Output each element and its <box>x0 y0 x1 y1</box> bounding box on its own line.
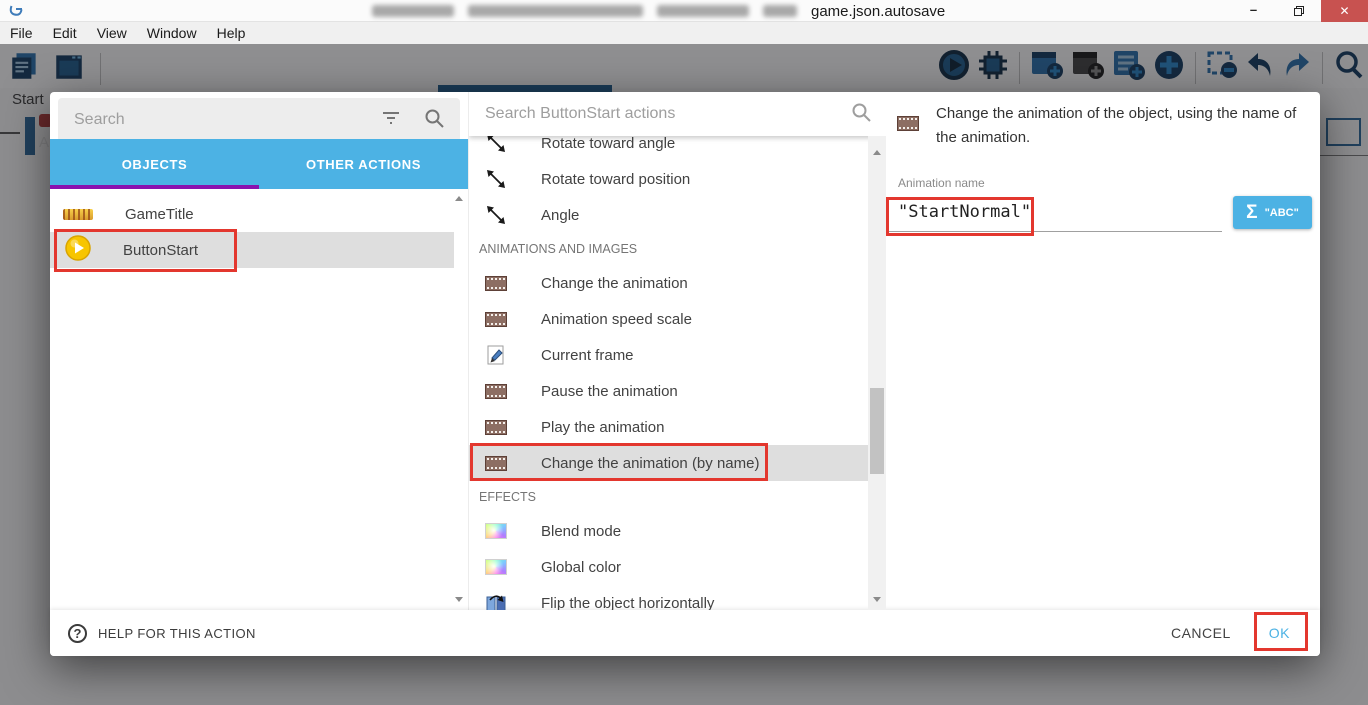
actions-search-box <box>469 92 886 136</box>
restore-button[interactable] <box>1276 0 1321 22</box>
object-row-buttonstart[interactable]: ButtonStart <box>50 232 454 268</box>
filmstrip-icon <box>484 312 508 327</box>
window-title-text: game.json.autosave <box>811 3 945 20</box>
scroll-up-icon[interactable] <box>873 150 881 155</box>
frame-icon <box>484 345 508 365</box>
action-row[interactable]: Global color <box>469 549 868 585</box>
color-icon <box>484 523 508 539</box>
help-icon: ? <box>68 624 87 643</box>
object-row-gametitle[interactable]: GameTitle <box>50 196 454 232</box>
action-row[interactable]: Blend mode <box>469 513 868 549</box>
objects-tabbar: OBJECTS OTHER ACTIONS <box>50 139 468 189</box>
action-description: Change the animation of the object, usin… <box>936 102 1309 150</box>
filmstrip-icon <box>484 456 508 471</box>
action-config-panel: Change the animation of the object, usin… <box>886 92 1320 610</box>
gdevelop-window: game.json.autosave – ✕ File Edit View Wi… <box>0 0 1368 705</box>
restore-icon <box>1293 5 1305 17</box>
close-button[interactable]: ✕ <box>1321 0 1368 22</box>
action-row[interactable]: Rotate toward position <box>469 161 868 197</box>
rotate-icon <box>484 168 508 190</box>
app-content: Start A OBJ <box>0 44 1368 705</box>
action-row[interactable]: Change the animation <box>469 265 868 301</box>
action-row[interactable]: Angle <box>469 197 868 233</box>
search-icon <box>424 108 444 133</box>
rotate-icon <box>484 204 508 226</box>
section-header: EFFECTS <box>469 481 868 513</box>
minimize-button[interactable]: – <box>1231 0 1276 22</box>
filmstrip-icon <box>484 420 508 435</box>
action-row-change-animation-by-name[interactable]: Change the animation (by name) <box>469 445 868 481</box>
scroll-down-icon[interactable] <box>455 597 463 602</box>
menubar: File Edit View Window Help <box>0 22 1368 44</box>
menu-help[interactable]: Help <box>207 25 256 41</box>
objects-panel: OBJECTS OTHER ACTIONS GameTitle ButtonSt… <box>50 92 468 610</box>
color-icon <box>484 559 508 575</box>
ok-button[interactable]: OK <box>1269 625 1290 641</box>
search-icon <box>851 102 871 127</box>
cancel-button[interactable]: CANCEL <box>1171 625 1231 641</box>
menu-window[interactable]: Window <box>137 25 207 41</box>
titlebar: game.json.autosave – ✕ <box>0 0 1368 22</box>
redacted-path-segment <box>763 5 797 17</box>
actions-search-input[interactable] <box>485 105 851 123</box>
gametitle-sprite-icon <box>63 209 93 220</box>
redacted-path-segment <box>468 5 643 17</box>
tab-other-actions[interactable]: OTHER ACTIONS <box>259 139 468 189</box>
sigma-icon: Σ <box>1246 202 1257 224</box>
dialog-footer: ? HELP FOR THIS ACTION CANCEL OK <box>50 610 1320 656</box>
expression-editor-button[interactable]: Σ "ABC" <box>1233 196 1312 229</box>
instruction-editor-dialog: OBJECTS OTHER ACTIONS GameTitle ButtonSt… <box>50 92 1320 656</box>
action-row[interactable]: Current frame <box>469 337 868 373</box>
section-header: ANIMATIONS AND IMAGES <box>469 233 868 265</box>
filter-icon[interactable] <box>382 110 400 130</box>
action-row[interactable]: Flip the object horizontally <box>469 585 868 610</box>
gdevelop-logo-icon <box>8 3 24 18</box>
action-row[interactable]: Pause the animation <box>469 373 868 409</box>
menu-edit[interactable]: Edit <box>43 25 87 41</box>
action-row[interactable]: Play the animation <box>469 409 868 445</box>
help-button[interactable]: ? HELP FOR THIS ACTION <box>68 624 256 643</box>
filmstrip-icon <box>484 384 508 399</box>
scrollbar-thumb[interactable] <box>870 388 884 474</box>
objects-search-input[interactable] <box>74 111 358 129</box>
action-row[interactable]: Animation speed scale <box>469 301 868 337</box>
scroll-down-icon[interactable] <box>873 597 881 602</box>
animation-name-field[interactable]: "StartNormal" <box>886 192 1222 232</box>
actions-scrollbar[interactable] <box>868 136 886 610</box>
buttonstart-sprite-icon <box>65 235 91 265</box>
animation-name-label: Animation name <box>898 176 985 190</box>
redacted-path-segment <box>657 5 749 17</box>
menu-file[interactable]: File <box>0 25 43 41</box>
objects-search-box <box>58 98 460 142</box>
tab-objects[interactable]: OBJECTS <box>50 139 259 189</box>
filmstrip-icon <box>484 276 508 291</box>
redacted-path-segment <box>372 5 454 17</box>
scroll-up-icon[interactable] <box>455 196 463 201</box>
window-controls: – ✕ <box>1231 0 1368 22</box>
actions-panel: Rotate toward angle Rotate toward positi… <box>468 92 886 610</box>
flip-icon <box>484 593 508 610</box>
filmstrip-icon <box>897 116 919 150</box>
action-list: Rotate toward angle Rotate toward positi… <box>469 125 868 610</box>
object-list: GameTitle ButtonStart <box>50 189 454 610</box>
menu-view[interactable]: View <box>87 25 137 41</box>
window-title: game.json.autosave <box>372 0 945 22</box>
